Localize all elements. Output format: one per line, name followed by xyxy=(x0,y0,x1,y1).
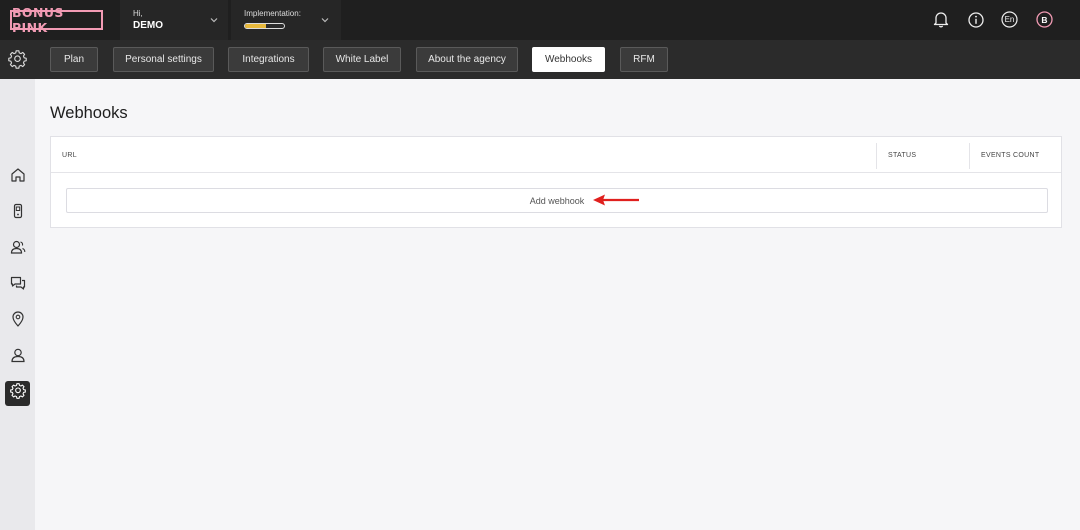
device-icon xyxy=(10,203,26,224)
sidebar-item-chat[interactable] xyxy=(5,273,30,298)
sidebar-item-settings[interactable] xyxy=(5,381,30,406)
tab-webhooks[interactable]: Webhooks xyxy=(532,47,605,72)
implementation-progress-bar xyxy=(244,23,285,29)
sidebar-item-users[interactable] xyxy=(5,237,30,262)
user-menu[interactable]: Hi, DEMO xyxy=(120,0,228,40)
column-header-status: STATUS xyxy=(888,151,917,159)
implementation-menu[interactable]: Implementation: xyxy=(231,0,341,40)
language-switcher[interactable]: En xyxy=(1001,11,1018,28)
user-name: DEMO xyxy=(133,20,163,31)
users-icon xyxy=(10,239,26,260)
settings-icon xyxy=(9,383,26,404)
add-webhook-button[interactable]: Add webhook xyxy=(66,188,1048,213)
column-divider xyxy=(876,143,877,169)
tab-about-the-agency[interactable]: About the agency xyxy=(416,47,518,72)
user-greeting: Hi, xyxy=(133,9,143,18)
sidebar-item-profile[interactable] xyxy=(5,345,30,370)
column-header-url: URL xyxy=(62,151,77,159)
sidebar-item-home[interactable] xyxy=(5,165,30,190)
implementation-progress-fill xyxy=(245,24,267,28)
tab-integrations[interactable]: Integrations xyxy=(228,47,309,72)
brand-logo[interactable]: BONUS PINK xyxy=(10,5,103,35)
tab-white-label[interactable]: White Label xyxy=(323,47,401,72)
sidebar-item-devices[interactable] xyxy=(5,201,30,226)
bell-icon[interactable] xyxy=(932,11,949,28)
tab-personal-settings[interactable]: Personal settings xyxy=(113,47,214,72)
chat-icon xyxy=(10,275,26,296)
sidebar-item-locations[interactable] xyxy=(5,309,30,334)
sidebar xyxy=(0,79,35,530)
avatar-letter: B xyxy=(1041,14,1048,25)
avatar[interactable]: B xyxy=(1036,11,1053,28)
language-label: En xyxy=(1004,15,1015,24)
location-pin-icon xyxy=(10,311,26,332)
table-header: URL STATUS EVENTS COUNT xyxy=(51,137,1061,173)
webhooks-table: URL STATUS EVENTS COUNT Add webhook xyxy=(50,136,1062,228)
chevron-down-icon[interactable] xyxy=(209,15,219,25)
top-bar: BONUS PINK Hi, DEMO Implementation: En B xyxy=(0,0,1080,40)
chevron-down-icon[interactable] xyxy=(320,15,330,25)
column-divider xyxy=(969,143,970,169)
gear-icon[interactable] xyxy=(8,50,27,69)
tab-rfm[interactable]: RFM xyxy=(620,47,668,72)
person-icon xyxy=(10,347,26,368)
annotation-arrow-icon xyxy=(593,194,639,206)
tab-plan[interactable]: Plan xyxy=(50,47,98,72)
column-header-events-count: EVENTS COUNT xyxy=(981,151,1040,159)
implementation-label: Implementation: xyxy=(244,9,301,18)
page-title: Webhooks xyxy=(50,104,128,122)
settings-tab-bar: Plan Personal settings Integrations Whit… xyxy=(0,40,1080,79)
home-icon xyxy=(10,167,26,188)
info-icon[interactable] xyxy=(967,11,984,28)
